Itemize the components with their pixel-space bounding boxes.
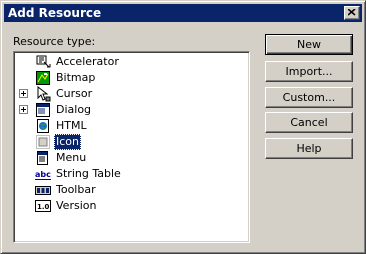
version-icon: 1.0 (35, 200, 51, 212)
toolbar-icon (35, 186, 51, 195)
tree-item-label: Dialog (56, 103, 92, 116)
svg-text:1.0: 1.0 (37, 203, 50, 211)
accelerator-icon (36, 55, 51, 68)
add-resource-dialog: Add Resource Resource type: Accelerator … (0, 0, 366, 254)
resource-type-label: Resource type: (13, 35, 96, 48)
tree-item-label: Bitmap (56, 71, 96, 84)
cancel-button[interactable]: Cancel (265, 112, 353, 133)
tree-item-label: Icon (54, 134, 81, 150)
svg-text:abc: abc (35, 170, 51, 179)
title-bar[interactable]: Add Resource (4, 4, 362, 22)
dialog-icon (36, 103, 50, 117)
help-button[interactable]: Help (265, 138, 353, 159)
string-table-icon: abc (35, 170, 51, 180)
tree-item-label: String Table (56, 167, 121, 180)
tree-item-bitmap[interactable]: Bitmap (14, 70, 244, 86)
icon-resource-icon (36, 135, 50, 149)
tree-item-version[interactable]: 1.0 Version (14, 198, 244, 214)
tree-item-label: Accelerator (56, 55, 119, 68)
resource-type-tree[interactable]: Accelerator Bitmap Cursor Dialog HTML Ic… (13, 51, 250, 243)
expand-icon[interactable] (19, 105, 28, 114)
tree-item-accelerator[interactable]: Accelerator (14, 54, 244, 70)
expand-icon[interactable] (19, 89, 28, 98)
tree-item-icon[interactable]: Icon (14, 134, 244, 150)
cursor-icon (37, 86, 51, 102)
close-button[interactable] (344, 6, 360, 20)
bitmap-icon (36, 71, 50, 85)
tree-item-menu[interactable]: Menu (14, 150, 244, 166)
close-icon (348, 9, 356, 16)
custom-button[interactable]: Custom... (265, 87, 353, 108)
tree-item-label: Menu (56, 151, 87, 164)
tree-item-label: HTML (56, 119, 87, 132)
tree-item-dialog[interactable]: Dialog (14, 102, 244, 118)
tree-item-label: Version (56, 199, 97, 212)
tree-item-toolbar[interactable]: Toolbar (14, 182, 244, 198)
new-button[interactable]: New (265, 34, 353, 55)
menu-icon (37, 151, 48, 165)
window-title: Add Resource (8, 6, 102, 20)
html-icon (37, 119, 49, 133)
tree-item-label: Toolbar (56, 183, 96, 196)
tree-item-string-table[interactable]: abc String Table (14, 166, 244, 182)
tree-item-cursor[interactable]: Cursor (14, 86, 244, 102)
import-button[interactable]: Import... (265, 61, 353, 82)
tree-item-html[interactable]: HTML (14, 118, 244, 134)
tree-item-label: Cursor (56, 87, 93, 100)
